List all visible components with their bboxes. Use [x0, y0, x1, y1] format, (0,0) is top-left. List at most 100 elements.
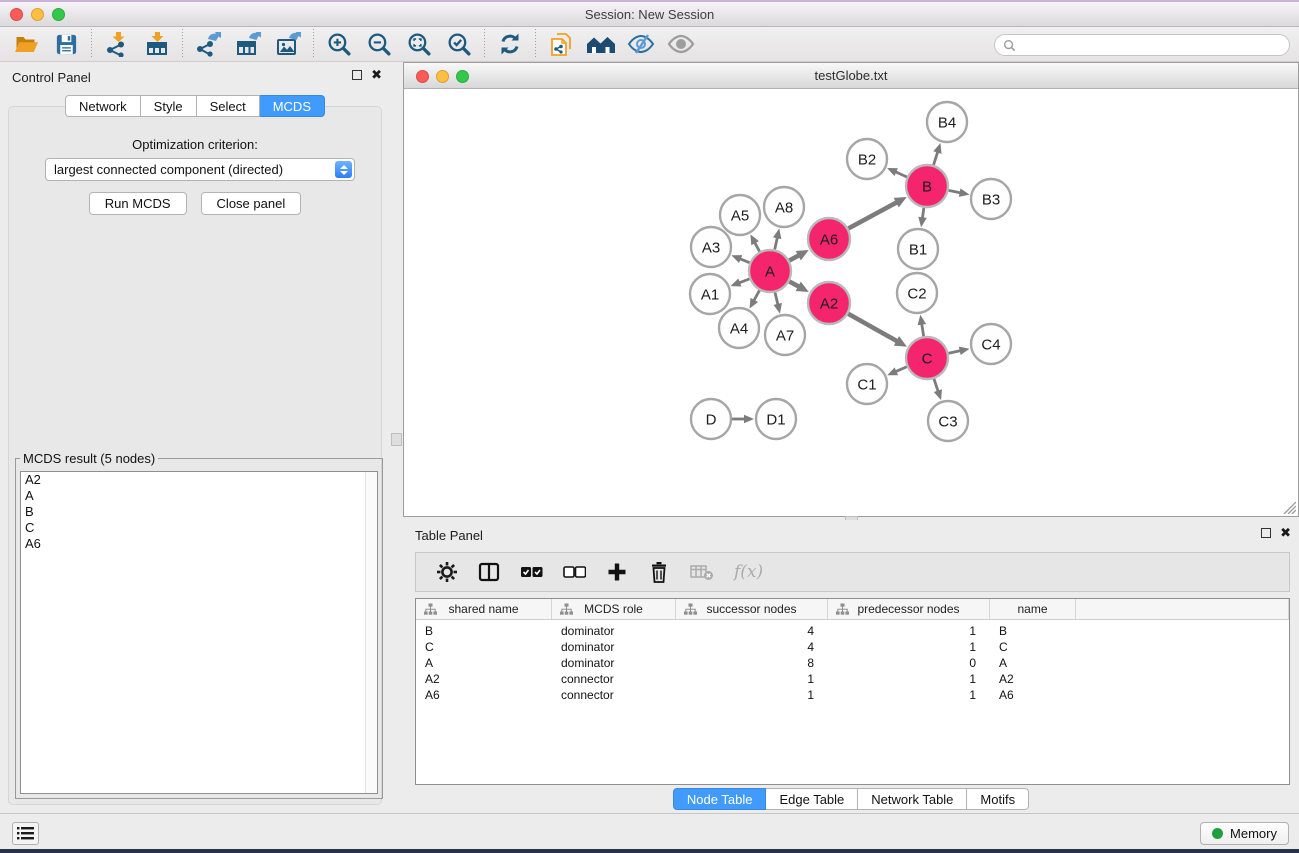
tab-select[interactable]: Select [197, 95, 260, 117]
open-session-button[interactable] [6, 28, 46, 60]
graph-node-B[interactable]: B [906, 165, 948, 207]
run-mcds-button[interactable]: Run MCDS [89, 192, 187, 215]
graph-node-D1[interactable]: D1 [756, 399, 796, 439]
graph-edge-B-B4[interactable] [933, 143, 941, 165]
graph-node-A1[interactable]: A1 [690, 274, 730, 314]
graph-node-B2[interactable]: B2 [847, 139, 887, 179]
table-row[interactable]: A6connector11A6 [416, 687, 1289, 703]
export-image-button[interactable] [268, 28, 308, 60]
close-panel-button[interactable]: Close panel [201, 192, 302, 215]
graph-edge-D-D1[interactable] [732, 415, 754, 424]
mcds-result-item[interactable]: A6 [21, 536, 377, 552]
table-row[interactable]: Bdominator41B [416, 623, 1289, 639]
graph-edge-A-A8[interactable] [773, 228, 781, 249]
graph-edge-A6-B[interactable] [848, 197, 906, 229]
graph-edge-C-C1[interactable] [887, 367, 907, 376]
graph-node-A2[interactable]: A2 [808, 282, 850, 324]
minimize-window-button[interactable] [31, 8, 44, 21]
import-network-button[interactable] [97, 28, 137, 60]
hide-selected-button[interactable] [621, 28, 661, 60]
tab-mcds[interactable]: MCDS [260, 95, 325, 117]
split-panel-button[interactable] [478, 560, 500, 584]
optimization-criterion-select[interactable]: largest connected component (directed) [45, 158, 355, 181]
export-table-button[interactable] [228, 28, 268, 60]
graph-node-A3[interactable]: A3 [691, 227, 731, 267]
close-table-panel-icon[interactable]: ✖ [1280, 527, 1291, 539]
apply-function-button[interactable]: f(x) [734, 560, 763, 584]
export-network-button[interactable] [188, 28, 228, 60]
graph-edge-A-A7[interactable] [774, 292, 782, 313]
column-header-successor-nodes[interactable]: successor nodes [676, 599, 828, 619]
graph-edge-A-A5[interactable] [750, 234, 759, 251]
zoom-fit-button[interactable] [399, 28, 439, 60]
graph-edge-A-A2[interactable] [789, 281, 808, 292]
graph-edge-C-C4[interactable] [948, 347, 969, 355]
mcds-result-item[interactable]: B [21, 504, 377, 520]
tab-edge-table[interactable]: Edge Table [766, 788, 858, 810]
column-header-predecessor-nodes[interactable]: predecessor nodes [828, 599, 990, 619]
graph-node-C1[interactable]: C1 [847, 364, 887, 404]
delete-columns-button[interactable] [648, 560, 670, 584]
import-table-button[interactable] [137, 28, 177, 60]
tab-node-table[interactable]: Node Table [673, 788, 767, 810]
float-panel-icon[interactable] [352, 70, 362, 80]
tab-network-table[interactable]: Network Table [858, 788, 967, 810]
tab-motifs[interactable]: Motifs [967, 788, 1029, 810]
graph-edge-A-A6[interactable] [789, 250, 808, 261]
mcds-result-item[interactable]: A [21, 488, 377, 504]
graph-edge-A-A3[interactable] [731, 255, 749, 263]
close-panel-icon[interactable]: ✖ [371, 69, 382, 81]
graph-node-A[interactable]: A [749, 250, 791, 292]
graph-node-A7[interactable]: A7 [765, 315, 805, 355]
column-header-MCDS-role[interactable]: MCDS role [552, 599, 676, 619]
graph-node-B1[interactable]: B1 [898, 229, 938, 269]
node-table[interactable]: shared nameMCDS rolesuccessor nodesprede… [415, 598, 1290, 785]
add-column-button[interactable] [606, 560, 628, 584]
graph-node-D[interactable]: D [691, 399, 731, 439]
graph-edge-A-A4[interactable] [750, 290, 760, 308]
network-close-button[interactable] [416, 70, 429, 83]
mcds-result-item[interactable]: A2 [21, 472, 377, 488]
table-row[interactable]: Cdominator41C [416, 639, 1289, 655]
zoom-in-button[interactable] [319, 28, 359, 60]
graph-edge-B-B3[interactable] [949, 188, 970, 196]
graph-edge-C-C3[interactable] [934, 379, 942, 400]
table-row[interactable]: A2connector11A2 [416, 671, 1289, 687]
zoom-selected-button[interactable] [439, 28, 479, 60]
tab-style[interactable]: Style [141, 95, 197, 117]
graph-node-A8[interactable]: A8 [764, 187, 804, 227]
table-row[interactable]: Adominator80A [416, 655, 1289, 671]
graph-edge-C-C2[interactable] [918, 315, 927, 337]
task-history-button[interactable] [12, 822, 39, 845]
graph-edge-A2-C[interactable] [848, 314, 907, 347]
zoom-out-button[interactable] [359, 28, 399, 60]
graph-edge-B-B2[interactable] [887, 168, 907, 177]
search-field[interactable] [994, 34, 1290, 56]
float-table-panel-icon[interactable] [1261, 528, 1271, 538]
close-window-button[interactable] [10, 8, 23, 21]
graph-node-B4[interactable]: B4 [927, 102, 967, 142]
network-window-titlebar[interactable]: testGlobe.txt [404, 63, 1298, 89]
tab-network[interactable]: Network [65, 95, 141, 117]
column-header-name[interactable]: name [990, 599, 1076, 619]
graph-node-A4[interactable]: A4 [719, 308, 759, 348]
save-session-button[interactable] [46, 28, 86, 60]
home-networks-button[interactable] [581, 28, 621, 60]
mcds-result-item[interactable]: C [21, 520, 377, 536]
graph-node-A6[interactable]: A6 [808, 218, 850, 260]
mcds-list-scrollbar[interactable] [365, 472, 377, 793]
mcds-result-list[interactable]: A2ABCA6 [20, 471, 378, 794]
graph-node-B3[interactable]: B3 [971, 179, 1011, 219]
resize-grip-icon[interactable] [1281, 499, 1296, 514]
window-titlebar[interactable]: Session: New Session [0, 2, 1299, 27]
graph-node-C[interactable]: C [906, 337, 948, 379]
network-graph[interactable]: B4B2BB3A8A5A6A3B1AC2A1A2A4A7C4CC1C3DD1 [404, 90, 1298, 517]
vertical-splitter-handle[interactable] [391, 433, 402, 446]
show-selected-button[interactable] [661, 28, 701, 60]
graph-edge-B-B1[interactable] [918, 208, 927, 227]
clone-network-button[interactable] [541, 28, 581, 60]
search-input[interactable] [1016, 36, 1289, 54]
graph-edge-A-A1[interactable] [731, 279, 750, 287]
deselect-all-rows-button[interactable] [563, 560, 586, 584]
memory-button[interactable]: Memory [1200, 822, 1289, 845]
